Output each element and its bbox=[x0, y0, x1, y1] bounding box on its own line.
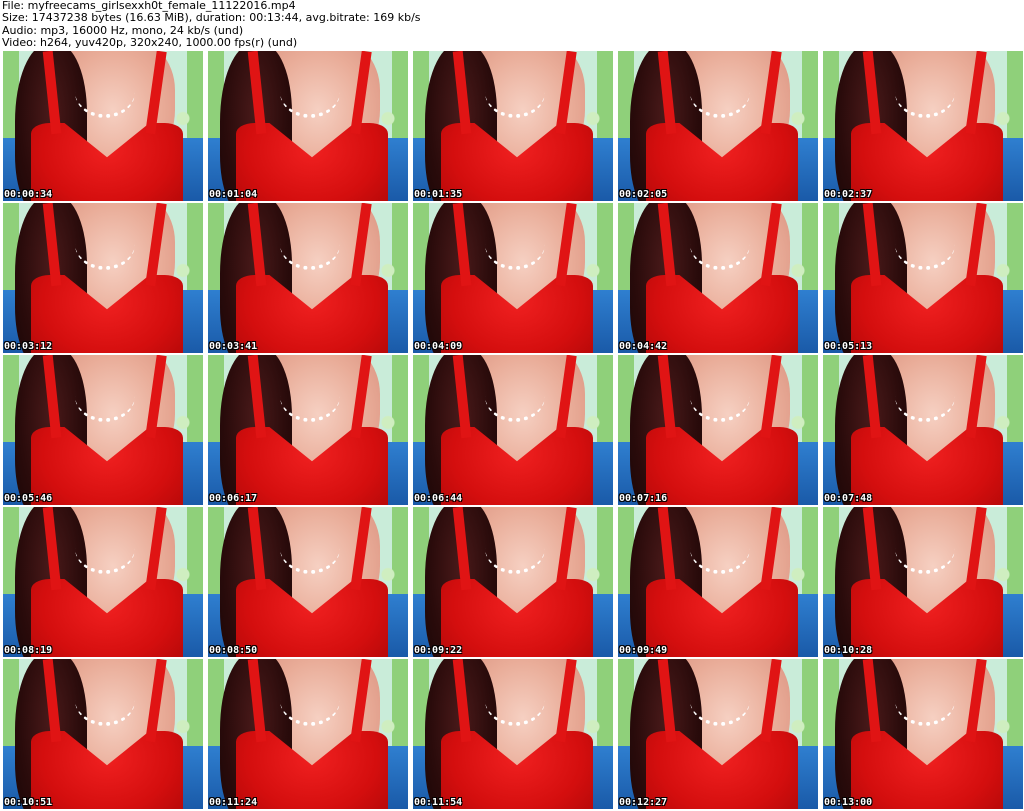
thumbnail-timestamp: 00:03:41 bbox=[209, 341, 258, 352]
pearl-necklace bbox=[485, 674, 545, 726]
thumbnail-timestamp: 00:12:27 bbox=[619, 797, 668, 808]
video-thumbnail: 00:03:12 bbox=[3, 203, 203, 353]
video-thumbnail: 00:01:04 bbox=[208, 51, 408, 201]
video-thumbnail: 00:07:48 bbox=[823, 355, 1023, 505]
thumbnail-timestamp: 00:10:51 bbox=[4, 797, 53, 808]
video-thumbnail: 00:11:24 bbox=[208, 659, 408, 809]
pearl-necklace bbox=[280, 218, 340, 270]
video-thumbnail: 00:04:09 bbox=[413, 203, 613, 353]
pearl-necklace bbox=[280, 370, 340, 422]
pearl-necklace bbox=[75, 370, 135, 422]
pearl-necklace bbox=[895, 522, 955, 574]
thumbnail-timestamp: 00:06:17 bbox=[209, 493, 258, 504]
thumbnail-timestamp: 00:13:00 bbox=[824, 797, 873, 808]
thumbnail-timestamp: 00:07:48 bbox=[824, 493, 873, 504]
video-thumbnail: 00:07:16 bbox=[618, 355, 818, 505]
thumbnail-timestamp: 00:06:44 bbox=[414, 493, 463, 504]
pearl-necklace bbox=[75, 218, 135, 270]
video-thumbnail: 00:10:51 bbox=[3, 659, 203, 809]
video-thumbnail: 00:02:37 bbox=[823, 51, 1023, 201]
pearl-necklace bbox=[895, 66, 955, 118]
video-thumbnail: 00:09:22 bbox=[413, 507, 613, 657]
thumbnail-timestamp: 00:04:09 bbox=[414, 341, 463, 352]
thumbnail-timestamp: 00:04:42 bbox=[619, 341, 668, 352]
pearl-necklace bbox=[895, 674, 955, 726]
thumbnail-timestamp: 00:05:13 bbox=[824, 341, 873, 352]
video-thumbnail: 00:05:46 bbox=[3, 355, 203, 505]
video-thumbnail: 00:10:28 bbox=[823, 507, 1023, 657]
video-thumbnail: 00:13:00 bbox=[823, 659, 1023, 809]
thumbnail-timestamp: 00:08:19 bbox=[4, 645, 53, 656]
video-thumbnail: 00:06:44 bbox=[413, 355, 613, 505]
video-thumbnail: 00:09:49 bbox=[618, 507, 818, 657]
pearl-necklace bbox=[280, 66, 340, 118]
file-size-line: Size: 17437238 bytes (16.63 MiB), durati… bbox=[2, 11, 421, 25]
video-thumbnail: 00:08:50 bbox=[208, 507, 408, 657]
video-thumbnail: 00:00:34 bbox=[3, 51, 203, 201]
thumbnail-timestamp: 00:02:37 bbox=[824, 189, 873, 200]
video-thumbnail: 00:08:19 bbox=[3, 507, 203, 657]
pearl-necklace bbox=[690, 370, 750, 422]
thumbnail-timestamp: 00:02:05 bbox=[619, 189, 668, 200]
pearl-necklace bbox=[895, 218, 955, 270]
pearl-necklace bbox=[280, 522, 340, 574]
pearl-necklace bbox=[485, 66, 545, 118]
thumbnail-timestamp: 00:09:22 bbox=[414, 645, 463, 656]
thumbnail-timestamp: 00:09:49 bbox=[619, 645, 668, 656]
thumbnail-timestamp: 00:03:12 bbox=[4, 341, 53, 352]
thumbnail-timestamp: 00:07:16 bbox=[619, 493, 668, 504]
video-thumbnail: 00:11:54 bbox=[413, 659, 613, 809]
thumbnail-timestamp: 00:01:04 bbox=[209, 189, 258, 200]
file-info-header: File: myfreecams_girlsexxh0t_female_1112… bbox=[2, 0, 1022, 50]
video-thumbnail: 00:01:35 bbox=[413, 51, 613, 201]
thumbnail-timestamp: 00:11:54 bbox=[414, 797, 463, 808]
thumbnail-timestamp: 00:00:34 bbox=[4, 189, 53, 200]
video-thumbnail: 00:05:13 bbox=[823, 203, 1023, 353]
video-thumbnail: 00:03:41 bbox=[208, 203, 408, 353]
video-thumbnail: 00:06:17 bbox=[208, 355, 408, 505]
pearl-necklace bbox=[895, 370, 955, 422]
thumbnail-timestamp: 00:01:35 bbox=[414, 189, 463, 200]
thumbnail-timestamp: 00:08:50 bbox=[209, 645, 258, 656]
pearl-necklace bbox=[75, 674, 135, 726]
pearl-necklace bbox=[690, 522, 750, 574]
pearl-necklace bbox=[485, 218, 545, 270]
thumbnail-timestamp: 00:11:24 bbox=[209, 797, 258, 808]
thumbnail-grid: 00:00:34 00:01:04 00:01:35 00:02:05 00:02:37… bbox=[3, 51, 1023, 811]
video-info-line: Video: h264, yuv420p, 320x240, 1000.00 f… bbox=[2, 35, 298, 49]
pearl-necklace bbox=[485, 370, 545, 422]
pearl-necklace bbox=[690, 66, 750, 118]
video-thumbnail: 00:04:42 bbox=[618, 203, 818, 353]
thumbnail-timestamp: 00:05:46 bbox=[4, 493, 53, 504]
video-thumbnail: 00:02:05 bbox=[618, 51, 818, 201]
pearl-necklace bbox=[690, 218, 750, 270]
pearl-necklace bbox=[280, 674, 340, 726]
pearl-necklace bbox=[75, 522, 135, 574]
video-thumbnail: 00:12:27 bbox=[618, 659, 818, 809]
pearl-necklace bbox=[75, 66, 135, 118]
thumbnail-timestamp: 00:10:28 bbox=[824, 645, 873, 656]
pearl-necklace bbox=[690, 674, 750, 726]
pearl-necklace bbox=[485, 522, 545, 574]
